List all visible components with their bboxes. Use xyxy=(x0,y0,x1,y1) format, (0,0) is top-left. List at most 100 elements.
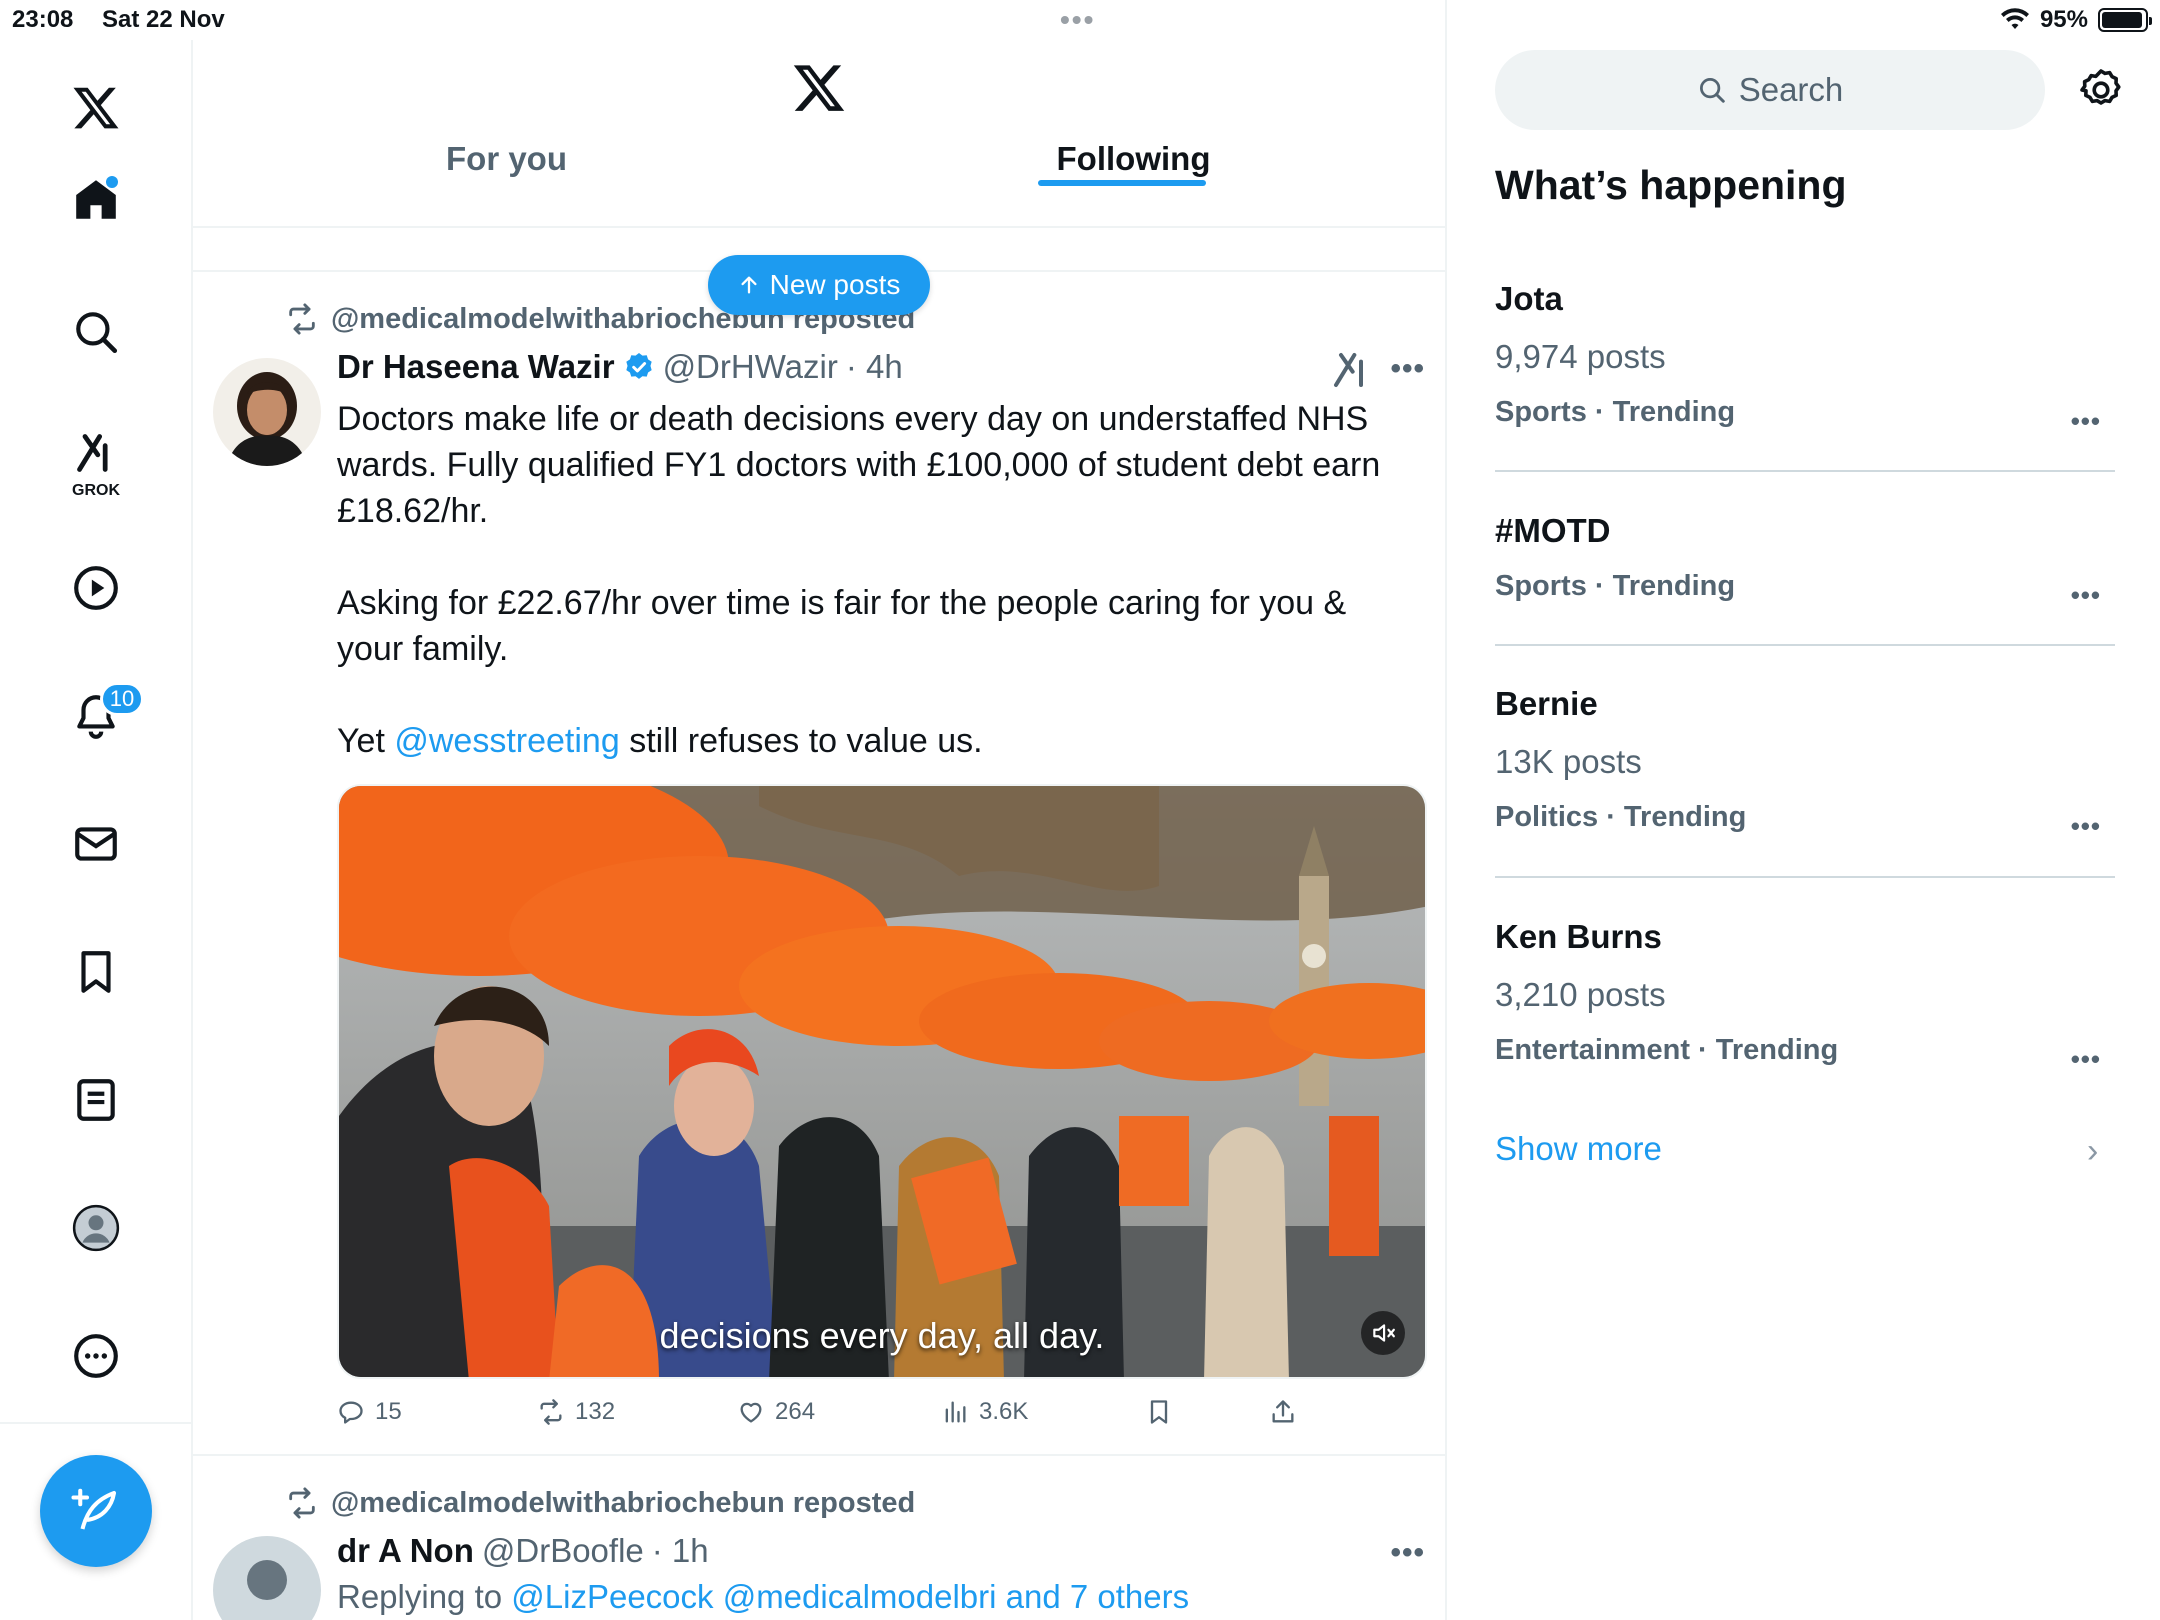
heart-icon xyxy=(740,1402,762,1423)
like-button[interactable]: 264 xyxy=(737,1398,815,1426)
trend-category: Sports · Trending xyxy=(1495,570,1736,602)
profile-avatar-icon[interactable] xyxy=(60,1192,132,1264)
author-name[interactable]: dr A Non xyxy=(337,1532,474,1570)
whats-happening-title: What’s happening xyxy=(1495,162,1847,208)
mention-link[interactable]: @wesstreeting xyxy=(394,722,619,760)
status-indicators: 95% xyxy=(2000,6,2152,34)
nav-divider xyxy=(0,1422,192,1424)
author-handle[interactable]: @DrBoofle xyxy=(482,1532,644,1570)
new-posts-label: New posts xyxy=(769,269,901,300)
reply-count: 15 xyxy=(375,1398,402,1425)
bookmark-icon[interactable] xyxy=(60,936,132,1008)
trend-more-icon[interactable]: ••• xyxy=(2071,580,2101,611)
post[interactable]: @medicalmodelwithabriochebun reposted Dr… xyxy=(193,272,1445,1456)
post-video[interactable]: decisions every day, all day. xyxy=(337,784,1427,1379)
battery-percent: 95% xyxy=(2039,6,2088,33)
tab-for-you[interactable]: For you xyxy=(193,140,820,226)
chevron-right-icon[interactable]: › xyxy=(2087,1132,2098,1171)
post-author: dr A Non @DrBoofle · 1h xyxy=(337,1532,709,1570)
feather-plus-icon xyxy=(71,1488,117,1530)
trend-item[interactable]: Jota 9,974 posts Sports · Trending ••• xyxy=(1495,280,2115,436)
replying-prefix: Replying to xyxy=(337,1578,512,1615)
new-posts-button[interactable]: New posts xyxy=(708,255,930,315)
x-logo-icon[interactable] xyxy=(60,72,132,144)
active-tab-indicator xyxy=(1038,180,1206,186)
video-frame xyxy=(339,786,1425,1377)
post[interactable]: @medicalmodelwithabriochebun reposted dr… xyxy=(193,1456,1445,1620)
views-count: 3.6K xyxy=(979,1398,1029,1425)
trend-title: #MOTD xyxy=(1495,512,1611,549)
notification-count-badge: 10 xyxy=(100,682,144,716)
post-text-span: Yet xyxy=(337,722,395,760)
trend-more-icon[interactable]: ••• xyxy=(2071,811,2101,842)
verified-badge-icon xyxy=(625,353,652,379)
trend-title: Ken Burns xyxy=(1495,918,1662,955)
compose-post-button[interactable] xyxy=(40,1455,152,1567)
repost-icon xyxy=(289,1487,315,1519)
trend-more-icon[interactable]: ••• xyxy=(2071,406,2101,437)
trend-category: Sports · Trending xyxy=(1495,396,1736,428)
replying-to: Replying to @LizPeecock @medicalmodelbri… xyxy=(337,1578,1189,1616)
post-more-icon[interactable]: ••• xyxy=(1390,352,1425,386)
post-more-icon[interactable]: ••• xyxy=(1390,1536,1425,1570)
timeline-header: For you Following xyxy=(193,40,1445,228)
trend-divider xyxy=(1495,876,2115,878)
grok-explain-icon[interactable] xyxy=(1331,350,1371,390)
bookmark-icon xyxy=(1150,1400,1168,1424)
trend-category: Politics · Trending xyxy=(1495,801,1747,833)
author-name[interactable]: Dr Haseena Wazir xyxy=(337,348,615,386)
views-button[interactable]: 3.6K xyxy=(941,1398,1028,1426)
settings-gear-icon[interactable] xyxy=(2077,66,2125,114)
bell-icon[interactable]: 10 xyxy=(60,680,144,752)
avatar[interactable] xyxy=(213,1536,321,1620)
search-icon[interactable] xyxy=(60,296,132,368)
repost-button[interactable]: 132 xyxy=(537,1398,615,1426)
wifi-icon xyxy=(2000,8,2029,29)
bookmark-button[interactable] xyxy=(1145,1398,1173,1426)
trend-category: Entertainment · Trending xyxy=(1495,1034,1839,1066)
trend-more-icon[interactable]: ••• xyxy=(2071,1044,2101,1075)
video-play-icon[interactable] xyxy=(60,552,132,624)
share-button[interactable] xyxy=(1269,1398,1297,1426)
post-actions: 15 132 264 3.6K xyxy=(337,1398,1337,1438)
battery-icon xyxy=(2098,8,2152,32)
home-icon[interactable] xyxy=(60,164,132,236)
post-body: Doctors make life or death decisions eve… xyxy=(337,396,1417,764)
repost-icon xyxy=(540,1399,562,1425)
post-time[interactable]: · 4h xyxy=(846,348,903,386)
grok-icon[interactable]: GROK xyxy=(60,424,132,499)
mail-icon[interactable] xyxy=(60,808,132,880)
reply-button[interactable]: 15 xyxy=(337,1398,402,1426)
trend-item[interactable]: #MOTD Sports · Trending ••• xyxy=(1495,512,2115,610)
trend-post-count: 3,210 posts xyxy=(1495,976,1666,1013)
list-icon[interactable] xyxy=(60,1064,132,1136)
repost-icon xyxy=(289,303,315,335)
show-more-link[interactable]: Show more xyxy=(1495,1130,1662,1168)
post-text-paragraph: Asking for £22.67/hr over time is fair f… xyxy=(337,584,1347,668)
avatar[interactable] xyxy=(213,358,321,466)
home-unread-dot xyxy=(106,176,118,188)
x-logo-icon[interactable] xyxy=(791,60,847,116)
post-text-paragraph: Doctors make life or death decisions eve… xyxy=(337,400,1381,530)
trend-title: Jota xyxy=(1495,280,1563,317)
status-time: 23:08 xyxy=(12,6,74,33)
post-time[interactable]: · 1h xyxy=(652,1532,709,1570)
post-author: Dr Haseena Wazir @DrHWazir · 4h xyxy=(337,348,903,386)
trend-item[interactable]: Bernie 13K posts Politics · Trending ••• xyxy=(1495,685,2115,841)
author-handle[interactable]: @DrHWazir xyxy=(663,348,838,386)
more-circle-icon[interactable] xyxy=(60,1320,132,1392)
trend-item[interactable]: Ken Burns 3,210 posts Entertainment · Tr… xyxy=(1495,918,2115,1074)
search-input[interactable]: Search xyxy=(1495,50,2045,130)
trend-divider xyxy=(1495,470,2115,472)
trend-divider xyxy=(1495,644,2115,646)
trend-post-count: 9,974 posts xyxy=(1495,338,1666,375)
reply-icon xyxy=(339,1401,363,1424)
repost-count: 132 xyxy=(575,1398,616,1425)
timeline: For you Following New posts @medicalmode… xyxy=(193,0,1447,1620)
views-chart-icon xyxy=(945,1401,966,1423)
trend-title: Bernie xyxy=(1495,685,1598,722)
trend-post-count: 13K posts xyxy=(1495,743,1642,780)
mute-icon[interactable] xyxy=(1361,1311,1405,1355)
replying-to-link[interactable]: @LizPeecock @medicalmodelbri and 7 other… xyxy=(511,1578,1189,1615)
post-text-span: still refuses to value us. xyxy=(619,722,983,760)
